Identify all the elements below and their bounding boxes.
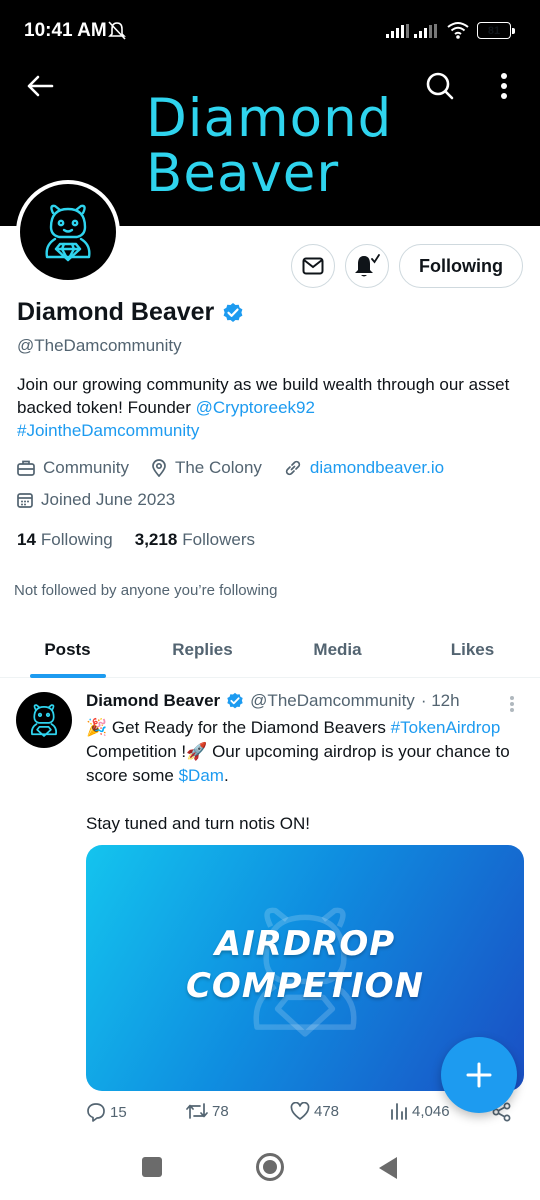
views-count: 4,046 [412,1102,450,1120]
system-navigation-bar [0,1136,540,1200]
location-pin-icon [152,459,166,477]
profile-bio: Join our growing community as we build w… [17,373,517,442]
status-time: 10:41 AM [24,20,107,41]
post-text-part: Get Ready for the Diamond Beavers [107,718,391,737]
bell-check-icon [355,254,380,277]
triangle-back-icon [379,1157,397,1179]
location-text: The Colony [174,458,262,477]
following-label: Following [40,530,113,549]
joined-text: Joined June 2023 [41,490,176,509]
profile-meta-row: Joined June 2023 [17,490,197,510]
tab-replies[interactable]: Replies [135,622,270,677]
meta-website[interactable]: diamondbeaver.io [284,458,444,478]
followers-count: 3,218 [134,530,178,549]
post-header: Diamond Beaver @TheDamcommunity · 12h [86,691,460,711]
meta-location: The Colony [151,458,262,478]
beaver-logo-icon [45,204,91,262]
post-author-name[interactable]: Diamond Beaver [86,691,220,711]
reply-count: 15 [110,1103,127,1121]
more-vertical-icon [501,73,507,99]
more-options-button[interactable] [488,66,520,106]
following-count: 14 [17,530,36,549]
signal-icon [386,24,410,43]
verified-badge-icon [223,302,243,322]
link-icon [285,460,301,476]
following-button[interactable]: Following [399,244,523,288]
tab-posts[interactable]: Posts [0,622,135,677]
tab-likes[interactable]: Likes [405,622,540,677]
tab-media[interactable]: Media [270,622,405,677]
verified-badge-icon [227,692,243,709]
media-caption-line: AIRDROP [214,924,396,964]
post-avatar[interactable] [16,692,72,748]
beaver-logo-icon [30,704,58,737]
search-button[interactable] [420,66,460,106]
post-text-part: Competition ! [86,742,187,761]
search-icon [426,72,454,100]
compose-post-button[interactable] [441,1037,517,1113]
arrow-left-icon [27,75,54,97]
post-timestamp: · 12h [420,691,460,710]
party-emoji: 🎉 [86,718,108,737]
bio-hashtag-link[interactable]: #JointheDamcommunity [17,421,199,440]
message-button[interactable] [291,244,335,288]
post-hashtag-link[interactable]: #TokenAirdrop [391,718,501,737]
repost-count: 78 [212,1102,229,1120]
post-paragraph: 🎉 Get Ready for the Diamond Beavers #Tok… [86,716,526,788]
post-author-handle[interactable]: @TheDamcommunity [250,691,415,711]
post-text-part: . [223,766,229,785]
bio-mention-link[interactable]: @Cryptoreek92 [196,398,315,417]
meta-joined: Joined June 2023 [17,490,175,510]
more-vertical-icon [510,696,514,712]
home-button[interactable] [256,1153,284,1181]
back-button[interactable] [20,68,60,104]
post-paragraph: Stay tuned and turn notis ON! [86,814,310,833]
heart-icon [290,1102,310,1120]
reply-bubble-icon [87,1103,105,1122]
calendar-icon [17,493,33,508]
media-caption-line: COMPETION [185,966,425,1006]
profile-tabs: Posts Replies Media Likes [0,622,540,678]
banner-text-line2: Beaver [146,143,340,204]
recent-apps-button[interactable] [142,1157,162,1177]
briefcase-icon [17,460,35,476]
followers-stat[interactable]: 3,218 Followers [135,530,255,550]
following-stat[interactable]: 14 Following [17,530,113,550]
like-count: 478 [314,1102,340,1120]
wifi-icon [446,21,470,44]
signal-icon [414,24,438,43]
views-button[interactable]: 4,046 [390,1102,450,1120]
analytics-bars-icon [391,1103,407,1120]
mute-icon [108,21,126,46]
profile-avatar[interactable] [16,180,120,284]
profile-handle: @TheDamcommunity [17,336,182,355]
repost-icon [186,1103,208,1119]
meta-category: Community [17,458,129,478]
reply-button[interactable]: 15 [86,1102,127,1122]
like-button[interactable]: 478 [290,1102,339,1120]
display-name-text: Diamond Beaver [17,298,215,326]
plus-icon [466,1062,492,1088]
category-text: Community [43,458,129,477]
follow-stats: 14 Following 3,218 Followers [17,530,255,550]
post-text: 🎉 Get Ready for the Diamond Beavers #Tok… [86,716,526,860]
media-caption: AIRDROP COMPETION [86,923,524,1007]
post-more-button[interactable] [500,692,524,716]
rocket-emoji: 🚀 [186,742,208,761]
not-followed-notice: Not followed by anyone you’re following [14,582,278,599]
notifications-button[interactable] [345,244,389,288]
repost-button[interactable]: 78 [186,1102,229,1120]
battery-indicator: 81 [477,22,515,39]
followers-label: Followers [182,530,256,549]
banner-text-line1: Diamond [146,88,393,149]
website-link[interactable]: diamondbeaver.io [310,458,444,478]
profile-meta-row: Community The Colony diamondbeaver.io [17,458,466,478]
post-cashtag-link[interactable]: $Dam [179,766,224,785]
envelope-icon [302,257,324,275]
system-back-button[interactable] [378,1156,398,1185]
profile-display-name: Diamond Beaver [17,298,244,327]
